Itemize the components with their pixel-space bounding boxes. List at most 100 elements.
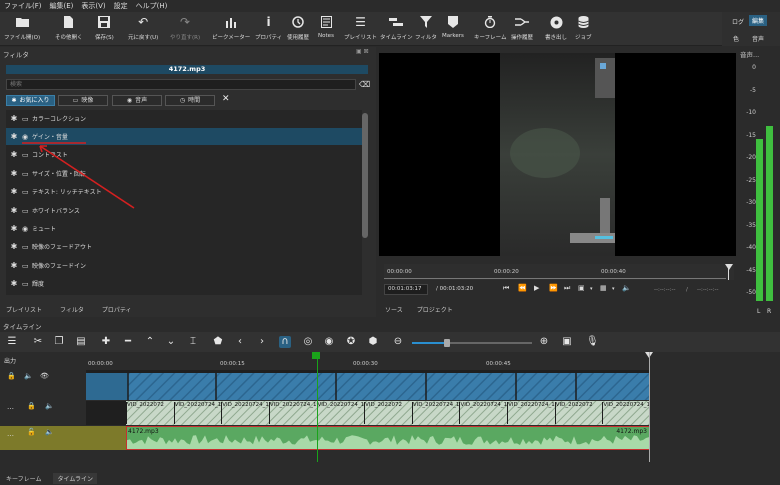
timeline-playhead[interactable] — [317, 352, 318, 462]
video-clip[interactable]: VID_2022072 — [554, 402, 603, 424]
overwrite-icon[interactable]: ⌄ — [165, 336, 177, 348]
video-clip[interactable]: VID_20220724_19431 — [221, 402, 269, 424]
ripple-markers-icon[interactable]: ⬢ — [367, 336, 379, 348]
append-icon[interactable]: ✚ — [100, 336, 112, 348]
record-audio-icon[interactable]: 🎙 — [586, 336, 599, 348]
skip-previous-icon[interactable]: ⏮ — [503, 284, 509, 293]
fast-forward-icon[interactable]: ⏩ — [549, 284, 558, 292]
track-options-icon[interactable]: … — [7, 403, 14, 411]
lock-icon[interactable]: 🔒 — [27, 402, 36, 410]
cut-icon[interactable]: ✂ — [32, 336, 44, 348]
tab-properties[interactable]: プロパティ — [102, 305, 132, 314]
volume-icon[interactable]: 🔈 — [622, 284, 631, 292]
toggle-zoom-icon[interactable]: ▣ — [578, 284, 585, 292]
layout-switcher: ログ 編集 色 音声 — [722, 12, 780, 46]
snap-icon[interactable]: ∩ — [279, 336, 291, 348]
paste-icon[interactable]: ▤ — [75, 336, 87, 348]
meter-scale-label: -10 — [746, 109, 756, 116]
video-clip[interactable]: VID_20220724_19431 — [602, 402, 650, 424]
layout-color-button[interactable]: 色 — [733, 34, 739, 43]
timeline-toolbar — [0, 332, 780, 352]
tab-timeline[interactable]: タイムライン — [53, 473, 98, 484]
layout-log-button[interactable]: ログ — [732, 17, 744, 26]
mute-icon[interactable]: 🔈 — [45, 428, 54, 436]
ripple-icon[interactable]: ◉ — [323, 336, 335, 348]
job-history-button[interactable]: 操作履歴 — [511, 14, 533, 44]
video-clip[interactable]: VID_2022072 — [126, 402, 174, 424]
in-point[interactable]: --:--:--:-- — [654, 287, 675, 293]
remove-icon[interactable]: ━ — [122, 336, 134, 348]
current-time-field[interactable]: 00:01:03:17 — [384, 284, 428, 295]
marker-icon[interactable]: ⬟ — [212, 336, 224, 348]
meter-scale-label: -50 — [746, 289, 756, 296]
tab-keyframes[interactable]: キーフレーム — [6, 474, 41, 483]
ruler-baseline — [384, 278, 726, 279]
video-clip[interactable]: VID_20220724_194 — [507, 402, 555, 424]
play-icon[interactable]: ▶ — [534, 284, 539, 292]
grid-dropdown-icon[interactable]: ▾ — [612, 286, 615, 292]
video-clip[interactable]: VID_20220724_19 — [411, 402, 459, 424]
export-icon — [548, 14, 564, 30]
mute-icon[interactable]: 🔈 — [24, 372, 33, 380]
markers-button[interactable]: Markers — [442, 14, 464, 44]
meter-channel-left: L — [757, 308, 761, 315]
zoom-out-icon[interactable]: ⊖ — [392, 336, 404, 348]
meter-scale-label: -25 — [746, 176, 756, 184]
zoom-slider-handle[interactable] — [444, 339, 450, 347]
jobs-icon — [575, 14, 591, 30]
layout-audio-button[interactable]: 音声 — [752, 34, 764, 43]
ripple-all-icon[interactable]: ✪ — [345, 336, 357, 348]
viewer-tabs: ソース プロジェクト — [379, 303, 736, 315]
split-icon[interactable]: ⌶ — [187, 336, 199, 348]
markers-icon — [445, 14, 461, 30]
keyframe-icon — [482, 14, 498, 30]
keyframe-button[interactable]: キーフレーム — [474, 14, 507, 44]
total-duration: / 00:01:03:20 — [436, 286, 474, 292]
video-clip[interactable]: VID_20220724_1 — [316, 402, 364, 424]
video-clip[interactable]: VID_20220724_194 — [173, 402, 221, 424]
viewer-ruler[interactable]: 00:00:00 00:00:20 00:00:40 — [384, 264, 734, 280]
timeline-menu-icon[interactable]: ☰ — [6, 336, 18, 348]
filter-button[interactable]: フィルタ — [415, 14, 437, 44]
tab-playlist[interactable]: プレイリスト — [6, 305, 42, 314]
video-clip[interactable]: VID_20220724_194 — [268, 402, 317, 424]
video-clip[interactable] — [86, 370, 650, 400]
grid-icon[interactable]: ▦ — [600, 284, 607, 292]
timeline-button[interactable]: タイムライン — [380, 14, 413, 44]
audio-waveform — [127, 435, 649, 449]
output-label: 出力 — [4, 358, 17, 365]
track-options-icon[interactable]: … — [7, 430, 14, 438]
audio-clip[interactable]: 4172.mp3 4172.mp3 — [126, 426, 650, 450]
meter-scale-label: -15 — [746, 131, 756, 139]
timeline-playhead-handle[interactable] — [312, 352, 320, 359]
unlock-icon[interactable]: 🔓 — [27, 428, 36, 436]
tab-filter[interactable]: フィルタ — [60, 305, 84, 314]
zoom-fit-icon[interactable]: ▣ — [561, 336, 573, 348]
timeline-icon — [388, 14, 404, 30]
viewer-playhead-marker[interactable] — [725, 264, 733, 270]
video-track-1: VID_2022072VID_20220724_194VID_20220724_… — [86, 401, 650, 425]
video-clip[interactable]: VID_2022072 — [364, 402, 412, 424]
previous-marker-icon[interactable]: ‹ — [234, 336, 246, 348]
eye-icon[interactable]: 👁 — [40, 372, 49, 380]
jobs-button[interactable]: ジョブ — [575, 14, 592, 44]
copy-icon[interactable]: ❐ — [53, 336, 65, 348]
lift-icon[interactable]: ⌃ — [144, 336, 156, 348]
next-marker-icon[interactable]: › — [256, 336, 268, 348]
rewind-icon[interactable]: ⏪ — [518, 284, 527, 292]
lock-icon[interactable]: 🔒 — [7, 372, 16, 380]
layout-edit-button[interactable]: 編集 — [749, 15, 768, 26]
scrub-icon[interactable]: ◎ — [302, 336, 314, 348]
zoom-dropdown-icon[interactable]: ▾ — [590, 286, 593, 292]
meter-scale-label: -20 — [746, 154, 756, 161]
video-clip[interactable]: VID_20220724_19431 — [459, 402, 507, 424]
mute-icon[interactable]: 🔈 — [45, 402, 54, 410]
export-button[interactable]: 書き出し — [545, 14, 567, 44]
out-point[interactable]: --:--:--:-- — [697, 287, 718, 293]
skip-next-icon[interactable]: ⏭ — [564, 284, 570, 293]
zoom-in-icon[interactable]: ⊕ — [538, 336, 550, 348]
tab-project[interactable]: プロジェクト — [417, 305, 453, 314]
timeline-ruler[interactable]: 00:00:00 00:00:15 00:00:30 00:00:45 — [86, 352, 780, 370]
tab-source[interactable]: ソース — [385, 305, 403, 314]
audio-track-header[interactable]: … 🔓 🔈 — [0, 426, 86, 450]
